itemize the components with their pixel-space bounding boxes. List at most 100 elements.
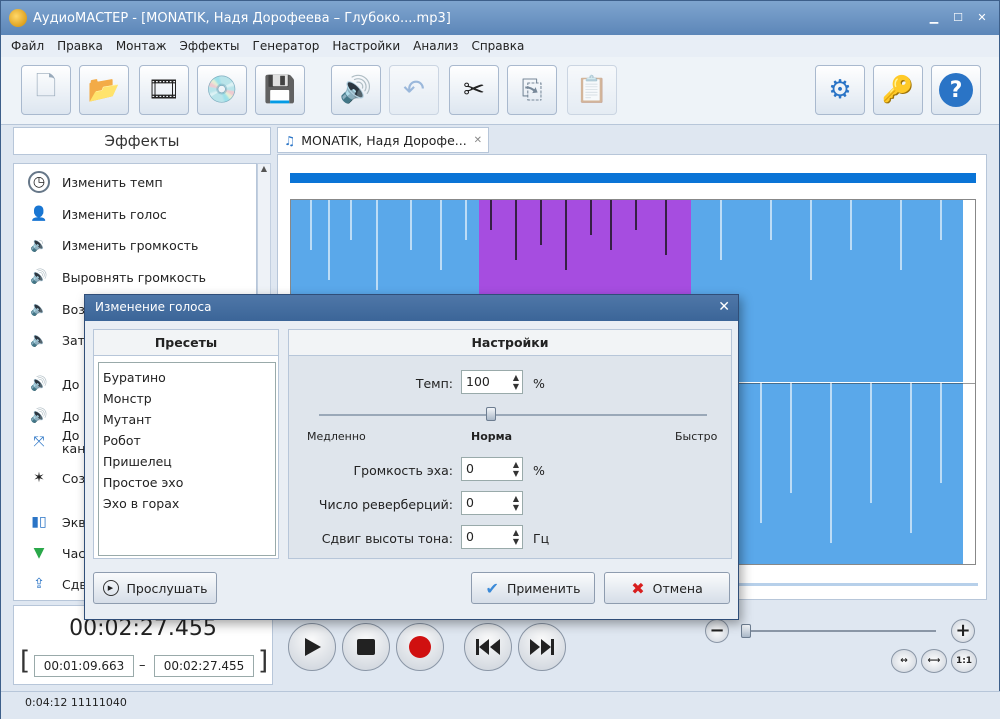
change-voice-dialog: Изменение голоса ✕ Пресеты Буратино Монс…	[84, 294, 739, 620]
preset-item[interactable]: Монстр	[103, 388, 271, 409]
wand-icon: ✶	[33, 470, 45, 486]
paste-icon: 📋	[575, 75, 609, 105]
menu-effects[interactable]: Эффекты	[180, 39, 240, 53]
speaker-icon: 🔊	[30, 376, 48, 392]
fade-out-icon: 🔈	[30, 332, 48, 348]
window-title: АудиоМАСТЕР - [MONATIK, Надя Дорофеева –…	[33, 10, 451, 26]
echo-volume-spinner[interactable]: 0 ▲ ▼	[461, 457, 523, 481]
zoom-out-button[interactable]: −	[705, 619, 729, 643]
menu-edit[interactable]: Правка	[57, 39, 103, 53]
effect-fade-out[interactable]: 🔈 Зат	[28, 328, 85, 352]
tempo-slider-thumb[interactable]	[486, 407, 496, 421]
spin-arrows-icon[interactable]: ▲ ▼	[513, 528, 519, 546]
effect-change-volume[interactable]: 🔉 Изменить громкость	[28, 233, 198, 257]
effects-header: Эффекты	[13, 127, 271, 155]
listen-button[interactable]: ▶ Прослушать	[93, 572, 217, 604]
stop-button[interactable]	[342, 623, 390, 671]
rewind-button[interactable]	[464, 623, 512, 671]
copy-button[interactable]: ⎘	[507, 65, 557, 115]
reverb-spinner[interactable]: 0 ▲ ▼	[461, 491, 523, 515]
settings-icon: ⚙	[828, 75, 852, 105]
overview-bar[interactable]	[290, 173, 976, 183]
spin-arrows-icon[interactable]: ▲ ▼	[513, 494, 519, 512]
bracket-right: ]	[258, 646, 269, 676]
close-icon[interactable]: ✕	[973, 11, 991, 25]
effect-add-channel[interactable]: ⤧ До кан	[28, 429, 85, 455]
forward-button[interactable]	[518, 623, 566, 671]
effect-equalizer[interactable]: ▮▯ Экв	[28, 510, 85, 534]
effect-fade-in[interactable]: 🔈 Воз	[28, 297, 85, 321]
effect-shift[interactable]: ⇪ Сдв	[28, 572, 87, 596]
timeline-scroll[interactable]	[728, 583, 978, 586]
zoom-1-1-button[interactable]: 1:1	[951, 649, 977, 673]
preset-item[interactable]: Буратино	[103, 367, 271, 388]
menu-generator[interactable]: Генератор	[253, 39, 320, 53]
tempo-spinner[interactable]: 100 ▲ ▼	[461, 370, 523, 394]
save-button[interactable]: 💾	[255, 65, 305, 115]
menu-settings[interactable]: Настройки	[332, 39, 400, 53]
selection-end-field[interactable]: 00:02:27.455	[154, 655, 254, 677]
bracket-left: [	[20, 646, 31, 676]
normalize-icon: 🔊	[30, 269, 48, 285]
record-button[interactable]	[396, 623, 444, 671]
menu-analysis[interactable]: Анализ	[413, 39, 458, 53]
pitch-label: Сдвиг высоты тона:	[321, 531, 453, 546]
preset-item[interactable]: Пришелец	[103, 451, 271, 472]
key-button[interactable]: 🔑	[873, 65, 923, 115]
zoom-in-button[interactable]: +	[951, 619, 975, 643]
copy-icon: ⎘	[521, 74, 543, 105]
fast-label: Быстро	[675, 430, 718, 443]
effect-change-tempo[interactable]: ◷ Изменить темп	[28, 170, 163, 194]
undo-button[interactable]: ↶	[389, 65, 439, 115]
cut-button[interactable]: ✂	[449, 65, 499, 115]
scroll-up-icon[interactable]: ▲	[258, 164, 270, 173]
cd-button[interactable]: 💿	[197, 65, 247, 115]
presets-panel: Пресеты Буратино Монстр Мутант Робот При…	[93, 329, 279, 559]
preset-item[interactable]: Простое эхо	[103, 472, 271, 493]
new-file-button[interactable]: 🗋	[21, 65, 71, 115]
effect-normalize-volume[interactable]: 🔊 Выровнять громкость	[28, 265, 206, 289]
effect-change-voice[interactable]: 👤 Изменить голос	[28, 202, 166, 226]
play-button[interactable]	[288, 623, 336, 671]
rewind-icon	[476, 639, 500, 655]
cancel-button[interactable]: ✖ Отмена	[604, 572, 730, 604]
menu-help[interactable]: Справка	[471, 39, 524, 53]
zoom-slider-thumb[interactable]	[741, 624, 751, 638]
zoom-slider[interactable]	[741, 624, 936, 638]
selection-start-field[interactable]: 00:01:09.663	[34, 655, 134, 677]
dialog-title: Изменение голоса	[95, 300, 212, 314]
dialog-title-bar: Изменение голоса ✕	[85, 295, 738, 321]
spin-arrows-icon[interactable]: ▲ ▼	[513, 373, 519, 391]
settings-button[interactable]: ⚙	[815, 65, 865, 115]
tempo-slider[interactable]	[319, 414, 707, 416]
open-folder-button[interactable]: 📂	[79, 65, 129, 115]
fit-selection-button[interactable]: ⟷	[921, 649, 947, 673]
paste-button[interactable]: 📋	[567, 65, 617, 115]
fit-width-button[interactable]: ↔	[891, 649, 917, 673]
minimize-icon[interactable]: ▁	[925, 11, 943, 25]
pitch-unit: Гц	[533, 531, 550, 546]
dialog-close-icon[interactable]: ✕	[718, 295, 730, 320]
tab-file[interactable]: ♫ MONATIK, Надя Дорофе... ✕	[277, 127, 489, 153]
menu-montage[interactable]: Монтаж	[116, 39, 167, 53]
pitch-spinner[interactable]: 0 ▲ ▼	[461, 525, 523, 549]
person-icon: 👤	[30, 206, 48, 222]
sound-button[interactable]: 🔊	[331, 65, 381, 115]
apply-button[interactable]: ✔ Применить	[471, 572, 595, 604]
help-button[interactable]: ?	[931, 65, 981, 115]
preset-item[interactable]: Робот	[103, 430, 271, 451]
effect-create[interactable]: ✶ Соз	[28, 466, 85, 490]
tab-close-icon[interactable]: ✕	[474, 135, 482, 146]
maximize-icon[interactable]: ☐	[949, 11, 967, 25]
preset-item[interactable]: Мутант	[103, 409, 271, 430]
music-file-icon: ♫	[284, 132, 296, 148]
effect-add-1[interactable]: 🔊 До	[28, 372, 79, 396]
spin-arrows-icon[interactable]: ▲ ▼	[513, 460, 519, 478]
forward-icon	[530, 639, 554, 655]
tempo-unit: %	[533, 376, 545, 391]
preset-item[interactable]: Эхо в горах	[103, 493, 271, 514]
effect-add-2[interactable]: 🔊 До	[28, 404, 79, 428]
add-video-button[interactable]: 🎞	[139, 65, 189, 115]
effect-frequency[interactable]: ▼ Час	[28, 541, 86, 565]
menu-file[interactable]: Файл	[11, 39, 44, 53]
